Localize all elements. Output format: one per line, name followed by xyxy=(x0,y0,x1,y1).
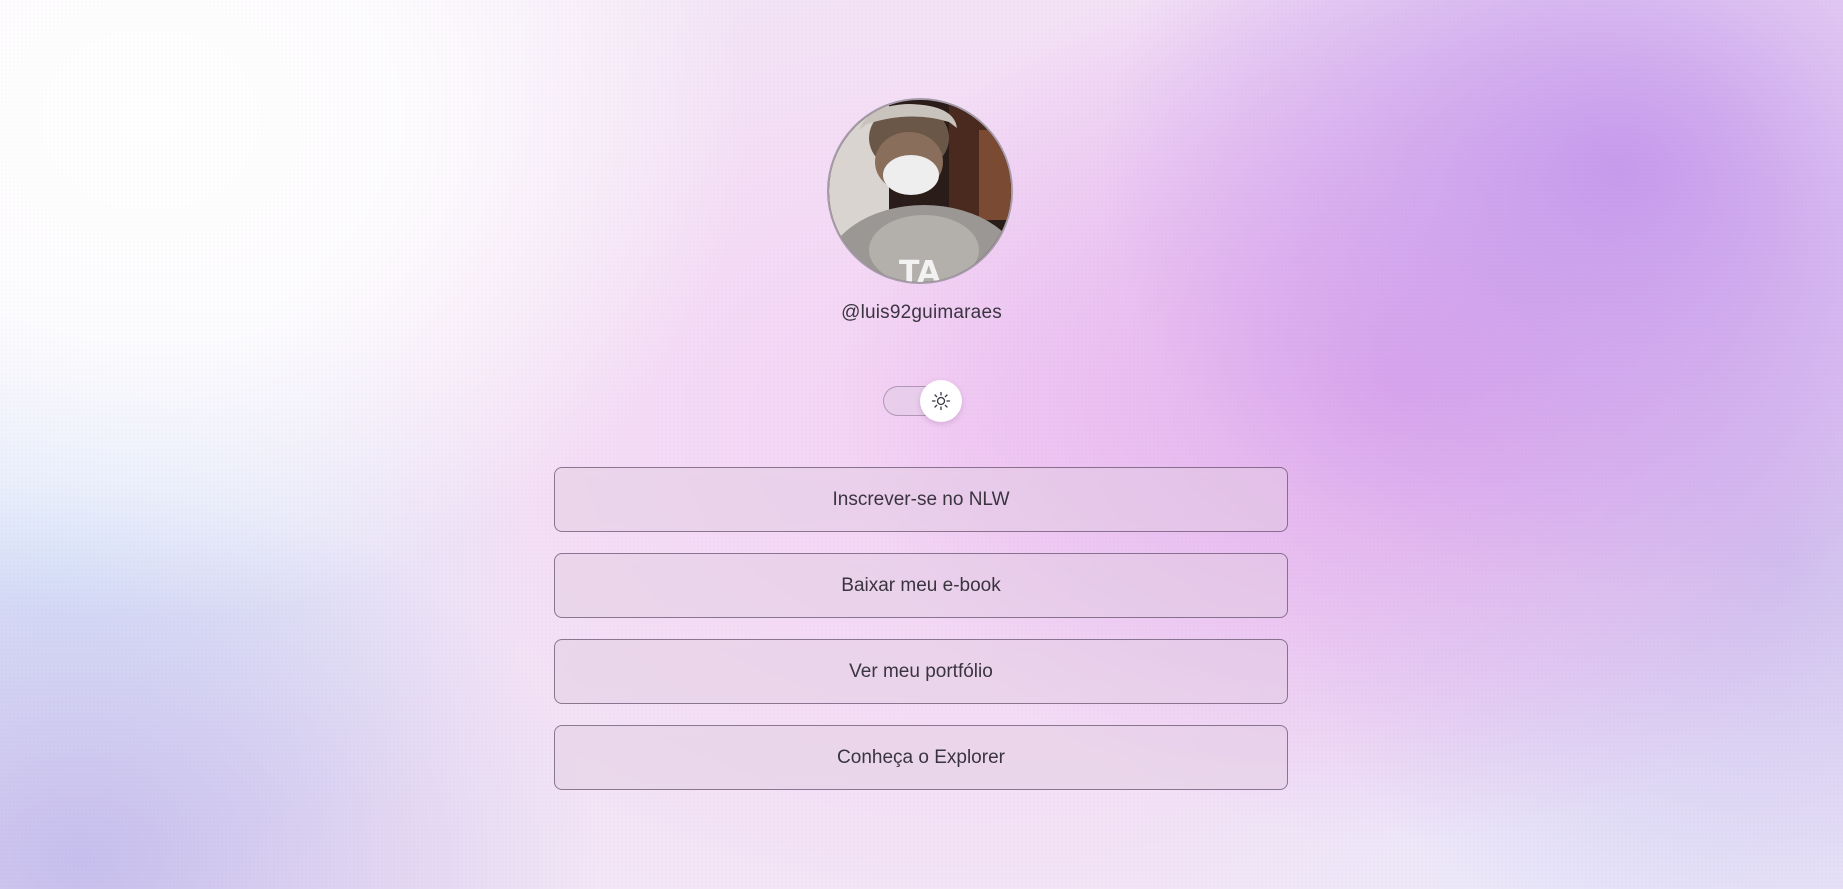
link-item: Inscrever-se no NLW xyxy=(554,467,1288,532)
link-item: Baixar meu e-book xyxy=(554,553,1288,618)
link-item: Ver meu portfólio xyxy=(554,639,1288,704)
username: @luis92guimaraes xyxy=(841,302,1002,323)
theme-toggle-knob[interactable] xyxy=(920,380,962,422)
avatar-photo: TA xyxy=(829,100,1011,284)
theme-toggle[interactable] xyxy=(883,380,962,422)
link-portfolio-button[interactable]: Ver meu portfólio xyxy=(554,639,1288,704)
link-explorer-button[interactable]: Conheça o Explorer xyxy=(554,725,1288,790)
link-ebook-button[interactable]: Baixar meu e-book xyxy=(554,553,1288,618)
link-item: Conheça o Explorer xyxy=(554,725,1288,790)
link-list: Inscrever-se no NLW Baixar meu e-book Ve… xyxy=(554,467,1288,811)
avatar: TA xyxy=(827,98,1013,284)
sun-icon xyxy=(931,391,951,411)
svg-text:TA: TA xyxy=(899,255,941,284)
link-nlw-button[interactable]: Inscrever-se no NLW xyxy=(554,467,1288,532)
